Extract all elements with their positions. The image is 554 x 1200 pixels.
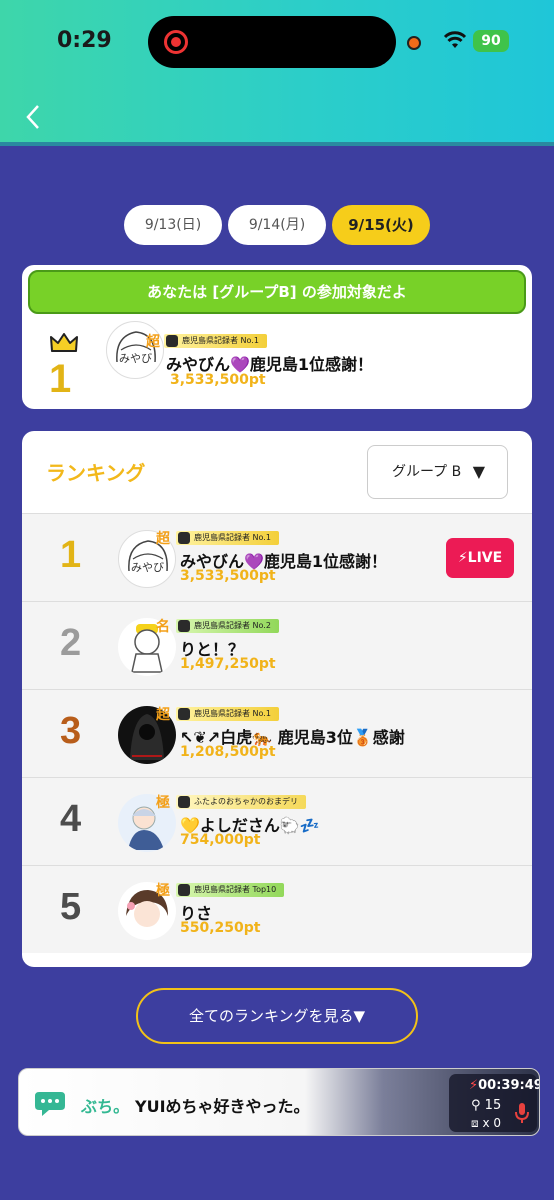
see-all-rankings-button[interactable]: 全てのランキングを見る▼ — [136, 988, 418, 1044]
person-icon: ⚲ — [471, 1098, 481, 1113]
gift-count-value: x 0 — [482, 1116, 502, 1130]
tier-mark: 極 — [156, 795, 170, 811]
record-badge: 鹿児島県記録者 Top10 — [176, 883, 285, 897]
back-chevron-icon[interactable] — [24, 103, 42, 131]
user-points: 550,250pt — [180, 920, 261, 936]
user-points: 3,533,500pt — [180, 568, 276, 584]
rank-number: 3 — [60, 710, 82, 752]
battery-indicator: 90 — [473, 30, 509, 52]
triangle-down-icon: ▼ — [472, 462, 485, 481]
group-banner: あなたは [グループB] の参加対象だよ — [28, 270, 526, 314]
user-points: 1,497,250pt — [180, 656, 276, 672]
ranking-row-1[interactable]: 1 みやび 超 鹿児島県記録者 No.1 みやびん💜鹿児島1位感謝！ 3,533… — [22, 513, 532, 601]
avatar-text: みやび — [119, 352, 152, 365]
lightning-icon: ⚡ — [469, 1078, 479, 1093]
date-tab-0914[interactable]: 9/14(月) — [228, 205, 326, 245]
tier-mark: 超 — [156, 707, 170, 723]
recording-icon — [164, 30, 188, 54]
chat-message: YUIめちゃ好きやった。 — [135, 1097, 310, 1116]
app-header: 0:29 90 — [0, 0, 554, 146]
group-select[interactable]: グループ B ▼ — [367, 445, 508, 499]
gift-count: ⧈ x 0 — [471, 1116, 501, 1131]
ranking-title: ランキング — [46, 461, 146, 485]
chat-user-name: ぶち。 — [81, 1097, 130, 1116]
lightning-icon: ⚡ — [457, 550, 468, 566]
rank-number: 4 — [60, 798, 82, 840]
privacy-indicator-icon — [407, 36, 421, 50]
gift-icon: ⧈ — [471, 1116, 479, 1130]
live-mini-player[interactable]: ぶち。 YUIめちゃ好きやった。 ⚡00:39:49 ⚲ 15 ⧈ x 0 — [18, 1068, 540, 1136]
date-tab-0913[interactable]: 9/13(日) — [124, 205, 222, 245]
ranking-row-2[interactable]: 2 名 鹿児島県記録者 No.2 りと！？ 1,497,250pt — [22, 601, 532, 689]
record-badge: ふたよのおちゃかのおまデリ — [176, 795, 306, 809]
tier-mark: 極 — [156, 883, 170, 899]
ranking-row-4[interactable]: 4 極 ふたよのおちゃかのおまデリ 💛よしださん🐑💤 754,000pt — [22, 777, 532, 865]
avatar-text: みやび — [131, 561, 164, 574]
record-badge: 鹿児島県記録者 No.1 — [176, 531, 279, 545]
elapsed-time-value: 00:39:49 — [478, 1078, 540, 1093]
crown-icon — [50, 333, 78, 352]
my-group-card: あなたは [グループB] の参加対象だよ 1 みやび 超 鹿児島県記録者 No.… — [22, 265, 532, 409]
record-badge: 鹿児島県記録者 No.1 — [164, 334, 267, 348]
ranking-card: ランキング グループ B ▼ 1 みやび 超 鹿児島県記録者 No.1 みやびん… — [22, 431, 532, 967]
live-button[interactable]: ⚡LIVE — [446, 538, 514, 578]
record-badge: 鹿児島県記録者 No.2 — [176, 619, 279, 633]
status-time: 0:29 — [57, 28, 112, 53]
ranking-row-3[interactable]: 3 超 鹿児島県記録者 No.1 ↖❦↗白虎🐅 鹿児島3位🥉感謝 1,208,5… — [22, 689, 532, 777]
date-tab-0915[interactable]: 9/15(火) — [332, 205, 430, 245]
tier-mark: 超 — [156, 531, 170, 547]
elapsed-time: ⚡00:39:49 — [469, 1078, 540, 1093]
record-badge: 鹿児島県記録者 No.1 — [176, 707, 279, 721]
microphone-icon[interactable] — [515, 1102, 529, 1124]
wifi-icon — [443, 31, 467, 48]
chat-bubble-icon — [35, 1092, 65, 1116]
rank-number: 1 — [60, 534, 82, 576]
viewer-count: ⚲ 15 — [471, 1098, 501, 1113]
tier-mark: 超 — [146, 334, 160, 350]
viewer-count-value: 15 — [484, 1098, 502, 1113]
live-label: LIVE — [467, 550, 503, 566]
rank-number: 5 — [60, 886, 82, 928]
tier-mark: 名 — [156, 619, 170, 635]
my-rank-number: 1 — [49, 357, 72, 401]
group-select-value: グループ B — [392, 464, 462, 480]
user-points: 754,000pt — [180, 832, 261, 848]
my-points: 3,533,500pt — [170, 372, 266, 388]
user-points: 1,208,500pt — [180, 744, 276, 760]
dynamic-island — [148, 16, 396, 68]
rank-number: 2 — [60, 622, 82, 664]
ranking-row-5[interactable]: 5 極 鹿児島県記録者 Top10 りさ 550,250pt — [22, 865, 532, 953]
